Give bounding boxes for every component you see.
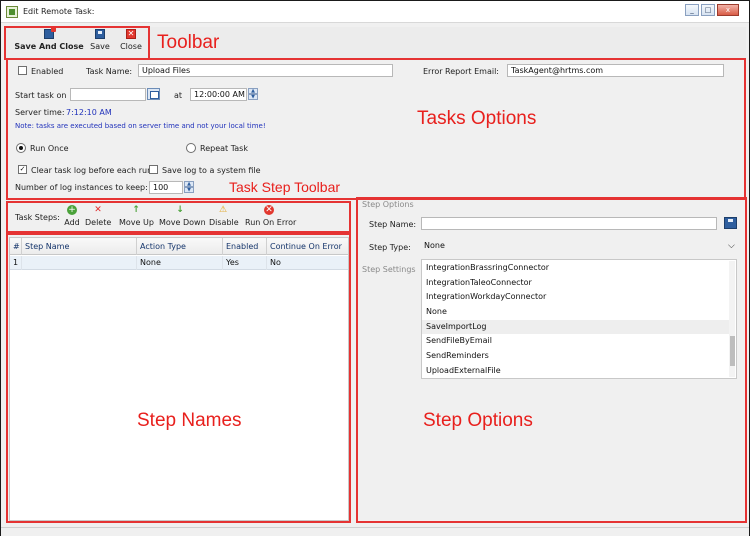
tasks-options-annotation-box [6,58,746,200]
step-options-annotation-box [356,197,747,523]
task-step-toolbar-annotation-label: Task Step Toolbar [229,179,341,195]
app-icon [6,6,18,18]
step-names-annotation-box [6,233,351,523]
toolbar-annotation-label: Toolbar [157,32,220,53]
maximize-button[interactable]: □ [701,4,715,16]
remote-task-window: Edit Remote Task: _ □ x Save And Close S… [0,0,750,536]
task-step-toolbar-annotation-box [6,201,351,233]
minimize-button[interactable]: _ [685,4,699,16]
window-controls: _ □ x [685,4,739,16]
step-options-annotation-label: Step Options [423,410,533,431]
toolbar-annotation-box [4,26,150,60]
title-bar: Edit Remote Task: _ □ x [1,1,749,23]
step-names-annotation-label: Step Names [137,410,242,431]
close-window-button[interactable]: x [717,4,739,16]
tasks-options-annotation-label: Tasks Options [417,108,537,129]
window-title: Edit Remote Task: [23,7,95,16]
status-bar [1,527,749,536]
